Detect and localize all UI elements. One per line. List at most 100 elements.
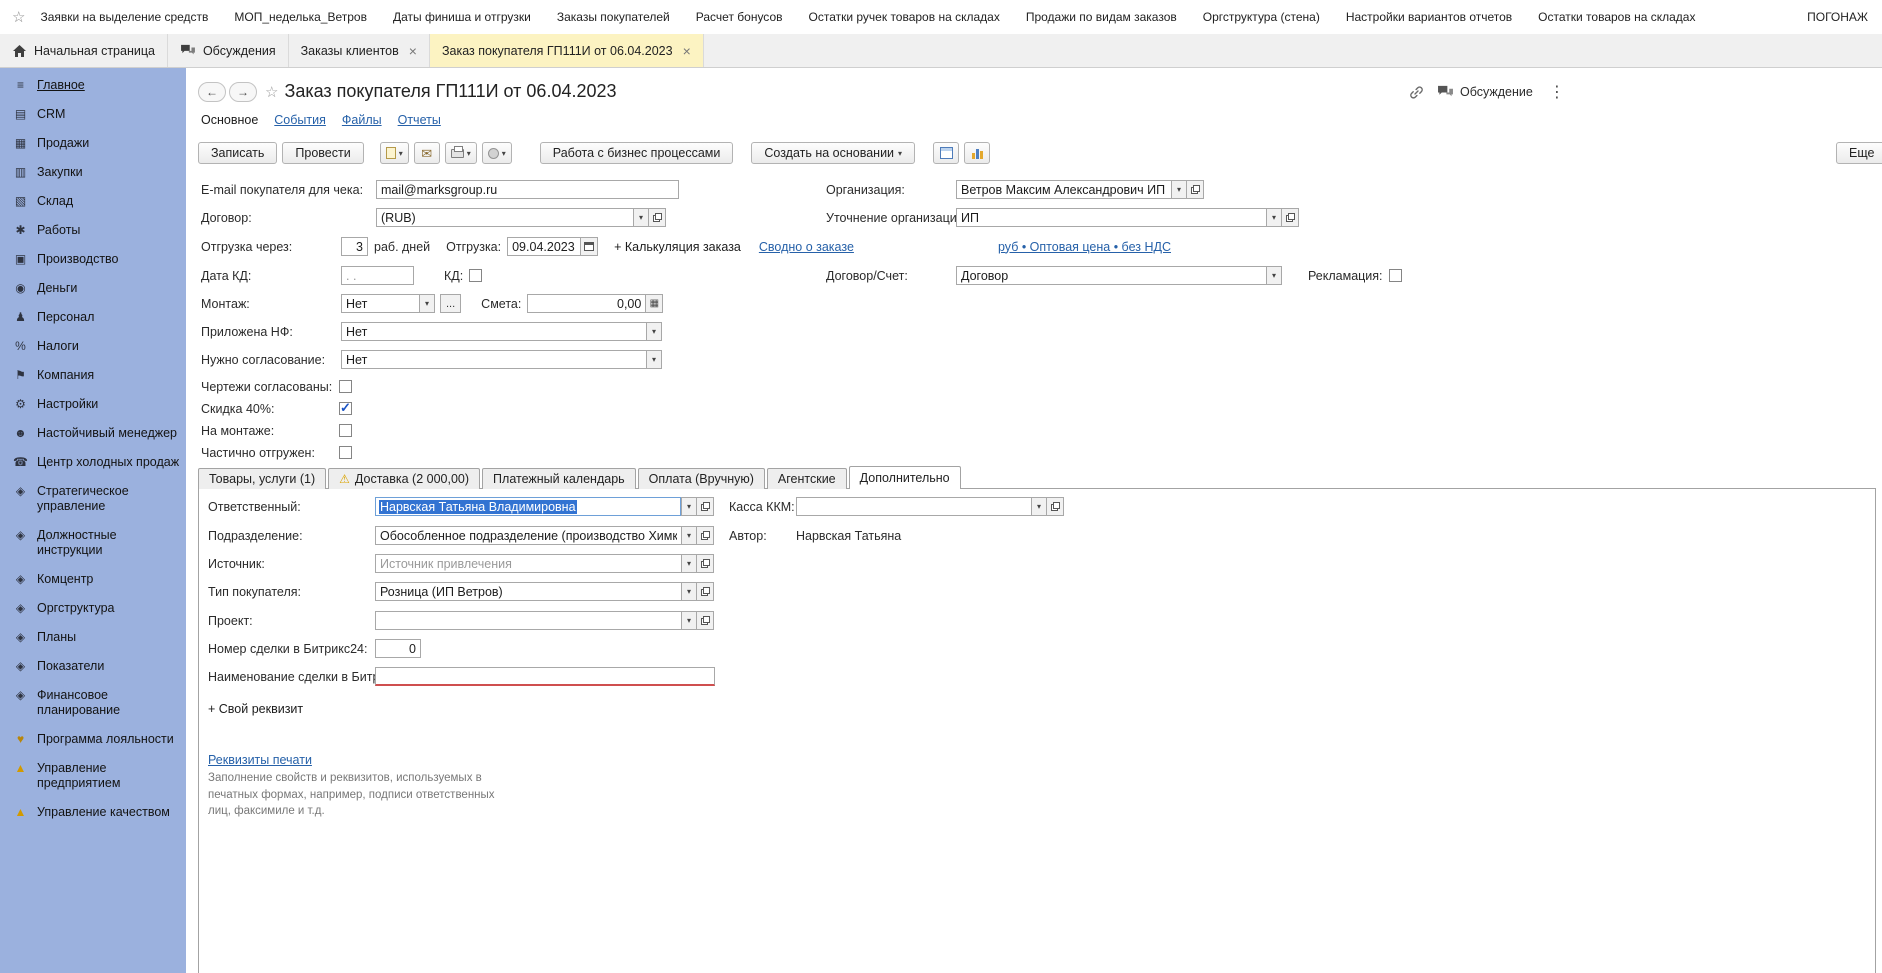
order-calculation-link[interactable]: + Калькуляция заказа bbox=[614, 240, 741, 254]
quick-link[interactable]: Даты финиша и отгрузки bbox=[380, 10, 544, 24]
tab-agency[interactable]: Агентские bbox=[766, 468, 847, 489]
tab-payment-calendar[interactable]: Платежный календарь bbox=[482, 468, 636, 489]
buyer-type-dropdown-button[interactable]: ▾ bbox=[681, 582, 697, 601]
department-input[interactable] bbox=[375, 526, 681, 545]
montage-input[interactable] bbox=[341, 294, 419, 313]
organization-open-button[interactable] bbox=[1187, 180, 1204, 199]
business-process-button[interactable]: Работа с бизнес процессами bbox=[539, 142, 734, 164]
kd-checkbox[interactable] bbox=[469, 269, 483, 282]
buyer-type-open-button[interactable] bbox=[697, 582, 714, 601]
org-clarification-dropdown-button[interactable]: ▾ bbox=[1266, 208, 1282, 227]
contract-input[interactable] bbox=[376, 208, 633, 227]
contract-open-button[interactable] bbox=[649, 208, 666, 227]
sidebar-item[interactable]: ⚙ Настройки bbox=[0, 390, 186, 419]
order-summary-link[interactable]: Сводно о заказе bbox=[759, 240, 854, 254]
structure-button[interactable] bbox=[964, 142, 991, 164]
calendar-button[interactable] bbox=[580, 237, 599, 256]
calculator-button[interactable]: ▦ bbox=[645, 294, 664, 313]
sidebar-item[interactable]: ▥ Закупки bbox=[0, 158, 186, 187]
montage-dropdown-button[interactable]: ▾ bbox=[419, 294, 435, 313]
sidebar-item[interactable]: % Налоги bbox=[0, 332, 186, 361]
tab-customer-order[interactable]: Заказ покупателя ГП111И от 06.04.2023 × bbox=[429, 34, 704, 67]
contract-account-dropdown-button[interactable]: ▾ bbox=[1266, 266, 1282, 285]
drawings-checkbox[interactable] bbox=[339, 380, 352, 393]
print-menu-button[interactable]: ▾ bbox=[444, 142, 477, 164]
quick-link[interactable]: ПОГОНАЖ bbox=[1794, 10, 1872, 24]
quick-link[interactable]: Остатки ручек товаров на складах bbox=[796, 10, 1013, 24]
quick-link[interactable]: МОП_неделька_Ветров bbox=[221, 10, 380, 24]
sidebar-item[interactable]: ◉ Деньги bbox=[0, 274, 186, 303]
project-dropdown-button[interactable]: ▾ bbox=[681, 611, 697, 630]
custom-attribute-link[interactable]: + Свой реквизит bbox=[208, 702, 303, 716]
write-button[interactable]: Записать bbox=[198, 142, 278, 164]
nf-dropdown-button[interactable]: ▾ bbox=[646, 322, 662, 341]
forward-button[interactable]: → bbox=[229, 81, 257, 102]
tab-home[interactable]: Начальная страница bbox=[0, 34, 168, 67]
email-input[interactable] bbox=[376, 180, 679, 199]
create-based-on-button[interactable]: Создать на основании ▾ bbox=[751, 142, 916, 164]
project-input[interactable] bbox=[375, 611, 681, 630]
responsible-dropdown-button[interactable]: ▾ bbox=[681, 497, 697, 516]
tab-payment[interactable]: Оплата (Вручную) bbox=[637, 468, 765, 489]
link-icon[interactable] bbox=[1408, 84, 1425, 101]
nav-reports[interactable]: Отчеты bbox=[398, 113, 441, 127]
bitrix-name-input[interactable] bbox=[375, 667, 715, 686]
tab-client-orders[interactable]: Заказы клиентов × bbox=[289, 34, 430, 67]
approval-dropdown-button[interactable]: ▾ bbox=[646, 350, 662, 369]
department-open-button[interactable] bbox=[697, 526, 714, 545]
buyer-type-input[interactable] bbox=[375, 582, 681, 601]
estimate-input[interactable] bbox=[527, 294, 646, 313]
source-input[interactable] bbox=[375, 554, 681, 573]
tab-goods-services[interactable]: Товары, услуги (1) bbox=[198, 468, 327, 489]
sidebar-item[interactable]: ◈ Финансовое планирование bbox=[0, 681, 186, 725]
post-button[interactable]: Провести bbox=[282, 142, 364, 164]
sidebar-item[interactable]: ◈ Комцентр bbox=[0, 565, 186, 594]
nav-main[interactable]: Основное bbox=[201, 113, 258, 127]
sidebar-item[interactable]: ⚑ Компания bbox=[0, 361, 186, 390]
quick-link[interactable]: Оргструктура (стена) bbox=[1190, 10, 1333, 24]
sidebar-item[interactable]: ◈ Показатели bbox=[0, 652, 186, 681]
quick-link[interactable]: Заказы покупателей bbox=[544, 10, 683, 24]
kkm-input[interactable] bbox=[796, 497, 1031, 516]
sidebar-item[interactable]: ✱ Работы bbox=[0, 216, 186, 245]
nf-input[interactable] bbox=[341, 322, 646, 341]
status-menu-button[interactable]: ▾ bbox=[481, 142, 512, 164]
sidebar-item[interactable]: ☻ Настойчивый менеджер bbox=[0, 419, 186, 448]
quick-link[interactable]: Настройки вариантов отчетов bbox=[1333, 10, 1525, 24]
kkm-dropdown-button[interactable]: ▾ bbox=[1031, 497, 1047, 516]
favorite-toggle-icon[interactable]: ☆ bbox=[265, 83, 278, 101]
responsible-input[interactable]: Нарвская Татьяна Владимировна bbox=[375, 497, 681, 516]
sidebar-item[interactable]: ◈ Планы bbox=[0, 623, 186, 652]
more-button[interactable]: Еще bbox=[1836, 142, 1882, 164]
bitrix-number-input[interactable] bbox=[375, 639, 421, 658]
sidebar-item[interactable]: ◈ Стратегическое управление bbox=[0, 477, 186, 521]
tab-discussions[interactable]: Обсуждения bbox=[168, 34, 289, 67]
department-dropdown-button[interactable]: ▾ bbox=[681, 526, 697, 545]
sidebar-item[interactable]: ▧ Склад bbox=[0, 187, 186, 216]
quick-link[interactable]: Расчет бонусов bbox=[683, 10, 796, 24]
sidebar-item[interactable]: ◈ Должностные инструкции bbox=[0, 521, 186, 565]
close-icon[interactable]: × bbox=[409, 44, 417, 58]
kd-date-input[interactable] bbox=[341, 266, 414, 285]
montage-ellipsis-button[interactable]: ... bbox=[440, 294, 462, 313]
print-props-link[interactable]: Реквизиты печати bbox=[208, 753, 312, 767]
discussion-button[interactable]: Обсуждение bbox=[1437, 85, 1533, 99]
on-montage-checkbox[interactable] bbox=[339, 424, 352, 437]
org-clarification-input[interactable] bbox=[956, 208, 1266, 227]
sidebar-item[interactable]: ▣ Производство bbox=[0, 245, 186, 274]
responsible-open-button[interactable] bbox=[697, 497, 714, 516]
approval-input[interactable] bbox=[341, 350, 646, 369]
sidebar-item[interactable]: ☎ Центр холодных продаж bbox=[0, 448, 186, 477]
quick-link[interactable]: Продажи по видам заказов bbox=[1013, 10, 1190, 24]
document-menu-button[interactable]: ▾ bbox=[379, 142, 409, 164]
shipping-date-input[interactable] bbox=[507, 237, 581, 256]
sidebar-item[interactable]: ▦ Продажи bbox=[0, 129, 186, 158]
report-button[interactable] bbox=[933, 142, 960, 164]
sidebar-item[interactable]: ▲ Управление предприятием bbox=[0, 754, 186, 798]
organization-input[interactable] bbox=[956, 180, 1171, 199]
sidebar-item[interactable]: ≡ Главное bbox=[0, 71, 186, 100]
quick-link[interactable]: Заявки на выделение средств bbox=[27, 10, 221, 24]
nav-files[interactable]: Файлы bbox=[342, 113, 382, 127]
ship-after-input[interactable] bbox=[341, 237, 368, 256]
sidebar-item[interactable]: ♥ Программа лояльности bbox=[0, 725, 186, 754]
